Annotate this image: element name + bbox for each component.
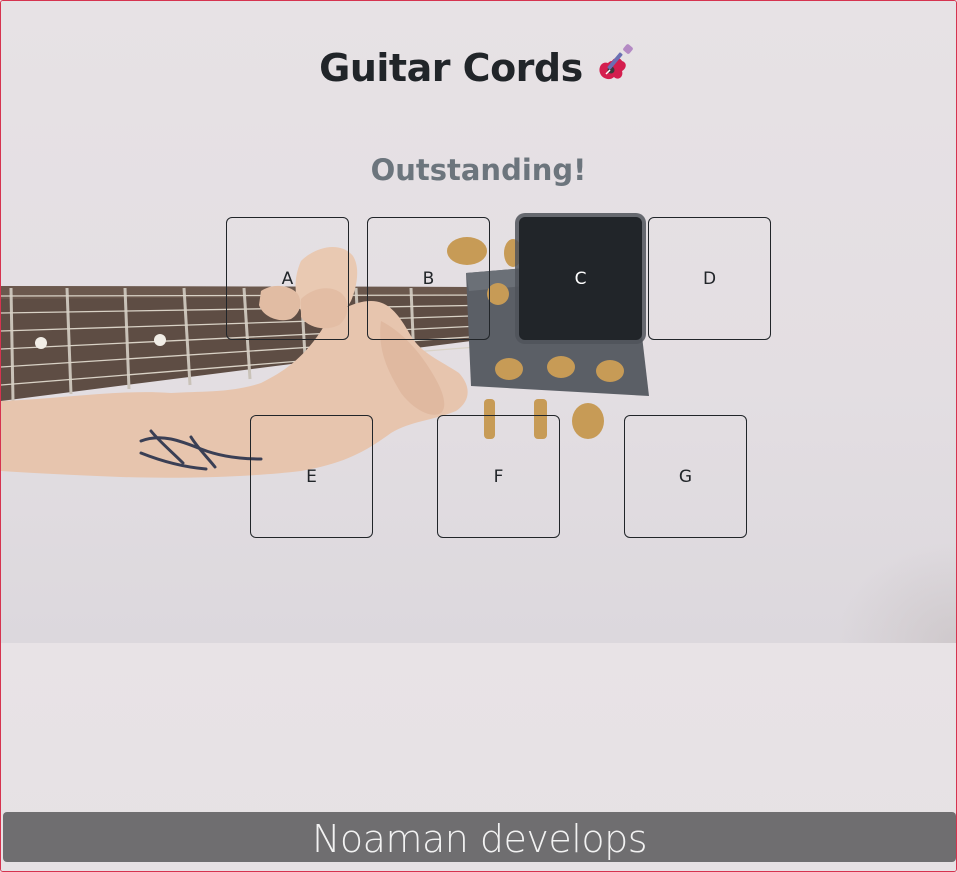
chord-button-g[interactable]: G: [624, 415, 747, 538]
chord-button-f[interactable]: F: [437, 415, 560, 538]
chord-button-d[interactable]: D: [648, 217, 771, 340]
header: Guitar Cords: [1, 41, 956, 90]
chord-button-b[interactable]: B: [367, 217, 490, 340]
chord-button-e[interactable]: E: [250, 415, 373, 538]
chord-button-c[interactable]: C: [519, 217, 642, 340]
app-frame: Guitar Cords Outstanding! A B C D E F G …: [0, 0, 957, 872]
chord-button-a[interactable]: A: [226, 217, 349, 340]
guitar-icon: [594, 41, 638, 89]
status-message: Outstanding!: [370, 153, 587, 187]
page-title: Guitar Cords: [319, 46, 583, 90]
footer-banner: Noaman develops: [3, 812, 956, 862]
